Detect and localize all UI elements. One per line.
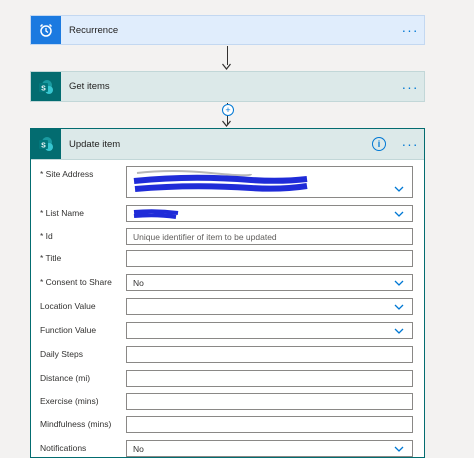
site-address-row: * Site Address: [40, 166, 420, 198]
get-items-more-icon[interactable]: ···: [396, 79, 424, 95]
exercise-label: Exercise (mins): [40, 396, 99, 406]
title-row: * Title: [40, 250, 420, 267]
distance-label: Distance (mi): [40, 373, 91, 383]
sharepoint-icon: S: [31, 129, 61, 159]
recurrence-title: Recurrence: [69, 24, 119, 36]
consent-value: No: [133, 278, 144, 288]
chevron-down-icon[interactable]: [394, 211, 404, 217]
consent-row: * Consent to Share No: [40, 274, 420, 291]
id-label: * Id: [40, 231, 53, 241]
mindfulness-row: Mindfulness (mins): [40, 416, 420, 433]
recurrence-more-icon[interactable]: ···: [396, 22, 424, 38]
mindfulness-field[interactable]: [126, 416, 413, 433]
arrow-down-icon: [222, 63, 231, 70]
daily-steps-label: Daily Steps: [40, 349, 83, 359]
list-name-label: * List Name: [40, 208, 84, 218]
notifications-row: Notifications No: [40, 440, 420, 457]
get-items-card[interactable]: S Get items ···: [30, 71, 425, 102]
function-row: Function Value: [40, 322, 420, 339]
chevron-down-icon[interactable]: [394, 280, 404, 286]
site-address-label: * Site Address: [40, 169, 94, 179]
alarm-clock-icon: [31, 16, 61, 44]
update-item-title: Update item: [69, 138, 121, 150]
info-icon[interactable]: i: [372, 137, 386, 151]
id-row: * Id Unique identifier of item to be upd…: [40, 228, 420, 245]
add-step-plus-icon[interactable]: +: [222, 104, 234, 116]
id-field[interactable]: Unique identifier of item to be updated: [126, 228, 413, 245]
redaction-scribble: [133, 170, 308, 192]
consent-dropdown[interactable]: No: [126, 274, 413, 291]
distance-field[interactable]: [126, 370, 413, 387]
list-name-row: * List Name: [40, 205, 420, 222]
id-placeholder: Unique identifier of item to be updated: [133, 232, 277, 242]
consent-label: * Consent to Share: [40, 277, 112, 287]
daily-steps-row: Daily Steps: [40, 346, 420, 363]
notifications-value: No: [133, 444, 144, 454]
chevron-down-icon[interactable]: [394, 328, 404, 334]
update-item-card: S Update item i ··· * Site Address * Lis…: [30, 128, 425, 458]
arrow-down-icon: [222, 120, 231, 127]
sharepoint-icon: S: [31, 72, 61, 101]
redaction-scribble: [133, 209, 179, 219]
update-item-more-icon[interactable]: ···: [396, 136, 424, 152]
chevron-down-icon[interactable]: [394, 186, 404, 192]
recurrence-card[interactable]: Recurrence ···: [30, 15, 425, 45]
distance-row: Distance (mi): [40, 370, 420, 387]
exercise-row: Exercise (mins): [40, 393, 420, 410]
function-dropdown[interactable]: [126, 322, 413, 339]
list-name-dropdown[interactable]: [126, 205, 413, 222]
notifications-label: Notifications: [40, 443, 87, 453]
get-items-title: Get items: [69, 81, 110, 92]
exercise-field[interactable]: [126, 393, 413, 410]
location-label: Location Value: [40, 301, 96, 311]
site-address-dropdown[interactable]: [126, 166, 413, 198]
location-dropdown[interactable]: [126, 298, 413, 315]
function-label: Function Value: [40, 325, 97, 335]
mindfulness-label: Mindfulness (mins): [40, 419, 112, 429]
title-label: * Title: [40, 253, 62, 263]
svg-text:S: S: [41, 85, 46, 92]
update-item-header[interactable]: S Update item i ···: [31, 129, 424, 160]
svg-text:S: S: [41, 143, 46, 150]
notifications-dropdown[interactable]: No: [126, 440, 413, 457]
location-row: Location Value: [40, 298, 420, 315]
title-field[interactable]: [126, 250, 413, 267]
daily-steps-field[interactable]: [126, 346, 413, 363]
chevron-down-icon[interactable]: [394, 304, 404, 310]
